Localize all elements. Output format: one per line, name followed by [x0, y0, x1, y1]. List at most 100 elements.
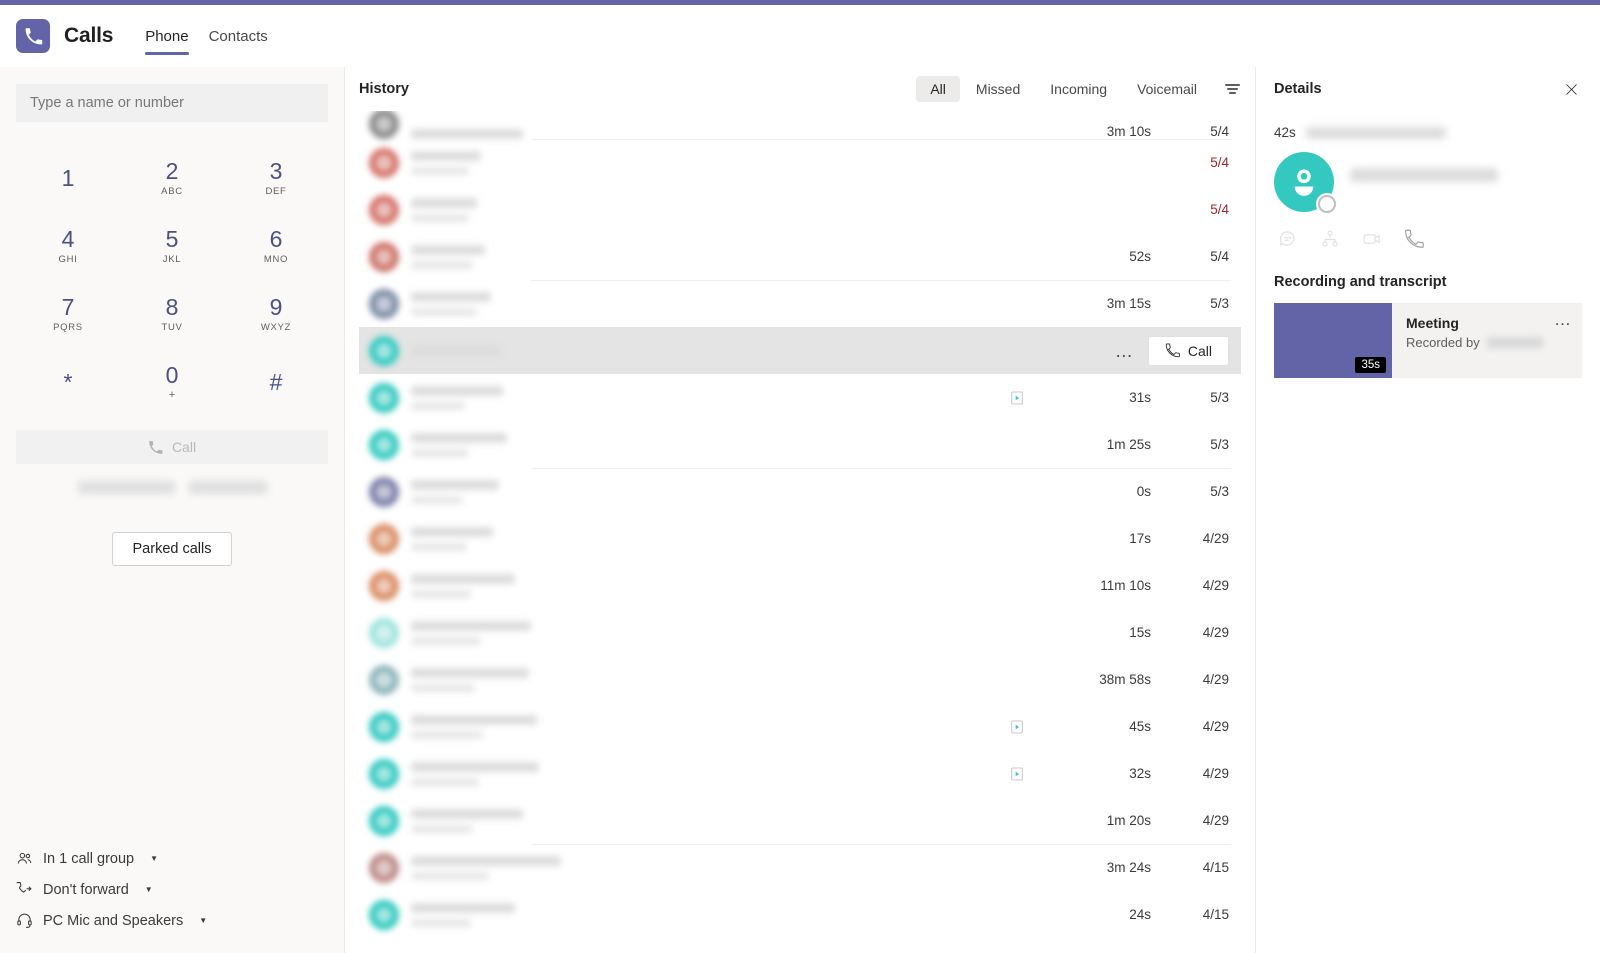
redacted-name: [411, 432, 507, 443]
phone-icon[interactable]: [1403, 228, 1425, 250]
table-row[interactable]: 3m 15s 5/3: [359, 280, 1241, 327]
recording-name: Meeting: [1406, 315, 1459, 331]
table-row[interactable]: 11m 10s 4/29: [359, 562, 1241, 609]
recording-section-title: Recording and transcript: [1274, 274, 1447, 290]
dialpad-key-digit: 9: [269, 293, 283, 320]
call-participant-name: [411, 761, 1009, 786]
table-row[interactable]: … Call: [359, 327, 1241, 374]
dialpad-key-7[interactable]: 7 PQRS: [16, 280, 120, 348]
dialpad-key-digit: 7: [61, 293, 75, 320]
filter-all[interactable]: All: [916, 76, 960, 102]
table-row[interactable]: 17s 4/29: [359, 515, 1241, 562]
avatar: [369, 111, 399, 139]
call-duration: 31s: [1129, 390, 1151, 405]
dialpad-key-letters: DEF: [265, 186, 287, 198]
search-placeholder: Type a name or number: [30, 95, 184, 111]
table-row[interactable]: 45s 4/29: [359, 703, 1241, 750]
org-chart-icon[interactable]: [1319, 228, 1341, 250]
close-icon[interactable]: [1560, 78, 1582, 100]
call-duration: 3m 15s: [1106, 296, 1151, 311]
redacted-subtitle: [411, 213, 469, 222]
parked-calls-button[interactable]: Parked calls: [111, 532, 233, 566]
dialpad-key-letters: ABC: [161, 186, 183, 198]
row-overflow-button[interactable]: …: [1115, 342, 1134, 360]
redacted-subtitle: [411, 918, 471, 927]
redacted-name: [411, 197, 477, 208]
dialpad-key-digit: 8: [165, 293, 179, 320]
dialpad-key-5[interactable]: 5 JKL: [120, 212, 224, 280]
audio-device-selector[interactable]: PC Mic and Speakers ▼: [16, 905, 328, 936]
avatar: [369, 382, 399, 413]
avatar: [369, 711, 399, 742]
dialpad-key-digit: 5: [165, 225, 179, 252]
tab-phone[interactable]: Phone: [135, 5, 198, 67]
call-participant-name: [411, 808, 1009, 833]
table-row[interactable]: 5/4: [359, 139, 1241, 186]
call-duration: 3m 24s: [1106, 860, 1151, 875]
call-participant-name: [411, 573, 1009, 598]
table-row[interactable]: 1m 20s 4/29: [359, 797, 1241, 844]
dialpad-key-9[interactable]: 9 WXYZ: [224, 280, 328, 348]
audio-device-label: PC Mic and Speakers: [43, 912, 184, 929]
call-forward-selector[interactable]: Don't forward ▼: [16, 874, 328, 905]
recording-duration-badge: 35s: [1355, 357, 1386, 373]
call-duration: 1m 20s: [1106, 813, 1151, 828]
dialpad-key-4[interactable]: 4 GHI: [16, 212, 120, 280]
row-call-button[interactable]: Call: [1147, 335, 1229, 366]
chat-icon[interactable]: [1277, 228, 1299, 250]
filter-icon[interactable]: [1223, 80, 1241, 98]
table-row[interactable]: 32s 4/29: [359, 750, 1241, 797]
details-call-duration: 42s: [1274, 125, 1296, 140]
redacted-subtitle: [411, 542, 467, 551]
filter-missed[interactable]: Missed: [962, 76, 1034, 102]
avatar: [369, 288, 399, 319]
details-header: Details: [1274, 67, 1582, 111]
table-row[interactable]: 3m 24s 4/15: [359, 844, 1241, 891]
history-panel: History All Missed Incoming Voicemail 3m…: [345, 67, 1255, 953]
video-icon[interactable]: [1361, 228, 1383, 250]
redacted-name: [411, 808, 523, 819]
table-row[interactable]: 31s 5/3: [359, 374, 1241, 421]
call-duration: 38m 58s: [1099, 672, 1151, 687]
dialpad-key-0[interactable]: 0 +: [120, 348, 224, 416]
table-row[interactable]: 38m 58s 4/29: [359, 656, 1241, 703]
dialpad-key-letters: GHI: [58, 254, 78, 266]
call-duration: 52s: [1129, 249, 1151, 264]
table-row[interactable]: 52s 5/4: [359, 233, 1241, 280]
dialpad-key-1[interactable]: 1: [16, 144, 120, 212]
filter-voicemail[interactable]: Voicemail: [1123, 76, 1211, 102]
recording-card[interactable]: 35s Meeting Recorded by …: [1274, 303, 1582, 378]
table-row[interactable]: 5/4: [359, 186, 1241, 233]
table-row[interactable]: 3m 10s 5/4: [359, 111, 1241, 139]
redacted-subtitle: [411, 307, 477, 316]
filter-incoming[interactable]: Incoming: [1036, 76, 1121, 102]
headset-icon: [17, 913, 32, 928]
dialpad-key-hash[interactable]: #: [224, 348, 328, 416]
dialpad-key-8[interactable]: 8 TUV: [120, 280, 224, 348]
recording-info: Meeting Recorded by …: [1392, 303, 1582, 378]
search-input[interactable]: Type a name or number: [16, 84, 328, 122]
recording-play-icon[interactable]: [1009, 390, 1025, 406]
call-group-selector[interactable]: In 1 call group ▼: [16, 843, 328, 874]
recording-play-icon[interactable]: [1009, 766, 1025, 782]
dialpad-key-6[interactable]: 6 MNO: [224, 212, 328, 280]
table-row[interactable]: 0s 5/3: [359, 468, 1241, 515]
table-row[interactable]: 24s 4/15: [359, 891, 1241, 938]
tab-contacts[interactable]: Contacts: [199, 5, 278, 67]
dialpad-grid: 1 2 ABC 3 DEF 4 GHI 5 JKL 6 MNO 7 PQRS 8 TUV 9 WXYZ * 0 + #: [16, 144, 328, 416]
dialpad-key-2[interactable]: 2 ABC: [120, 144, 224, 212]
call-group-label: In 1 call group: [43, 850, 135, 867]
recording-overflow-button[interactable]: …: [1554, 311, 1572, 328]
recording-play-icon[interactable]: [1009, 719, 1025, 735]
dialpad-key-3[interactable]: 3 DEF: [224, 144, 328, 212]
dialpad-key-letters: WXYZ: [260, 322, 292, 334]
call-date: 4/29: [1202, 719, 1229, 734]
table-row[interactable]: 1m 25s 5/3: [359, 421, 1241, 468]
table-row[interactable]: 15s 4/29: [359, 609, 1241, 656]
dialpad-key-star[interactable]: *: [16, 348, 120, 416]
dial-call-button[interactable]: Call: [16, 430, 328, 464]
redacted-name: [411, 620, 531, 631]
call-date: 5/3: [1210, 484, 1229, 499]
redacted-name: [411, 345, 501, 356]
redacted-subtitle: [411, 448, 469, 457]
